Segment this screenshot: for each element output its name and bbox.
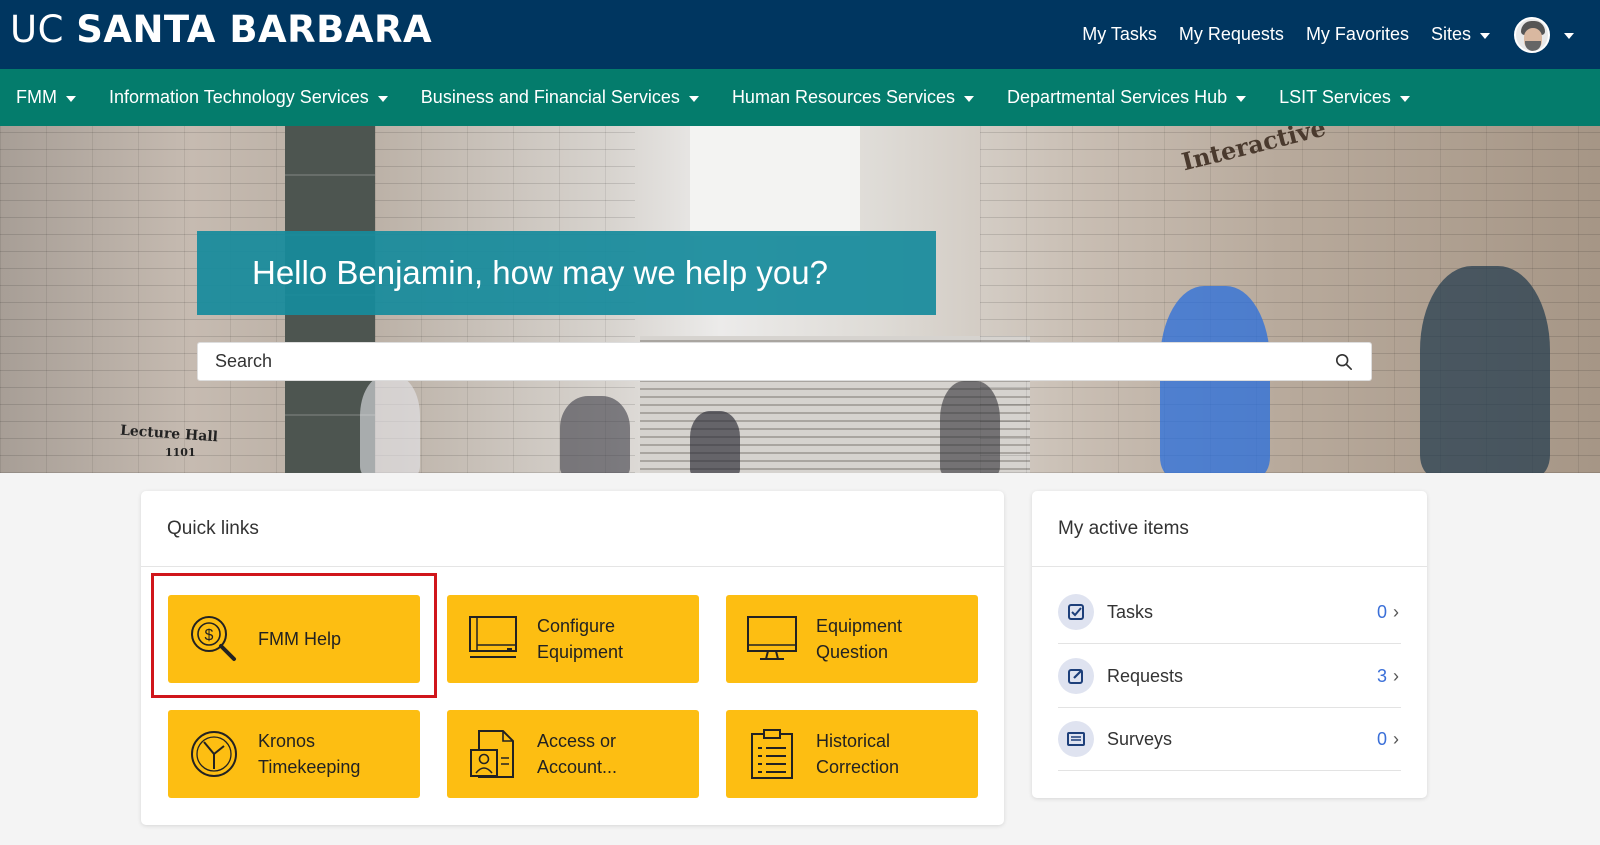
greeting-banner: Hello Benjamin, how may we help you? (197, 231, 936, 315)
sites-menu[interactable]: Sites (1431, 24, 1490, 45)
tile-label: Access or Account... (537, 731, 618, 777)
tile-label: Kronos Timekeeping (258, 731, 361, 777)
nav-item-label: Information Technology Services (108, 87, 369, 107)
sites-label: Sites (1430, 24, 1471, 44)
tile-historical-correction[interactable]: Historical Correction (726, 710, 978, 798)
tile-kronos-timekeeping[interactable]: Kronos Timekeeping (168, 710, 420, 798)
highlight-box (151, 573, 437, 698)
top-links: My Tasks My Requests My Favorites Sites (1060, 0, 1574, 69)
nav-item-fmm[interactable]: FMM (16, 87, 76, 108)
caret-down-icon (1236, 96, 1247, 102)
tile-label: Historical Correction (816, 731, 900, 777)
checkbox-icon (1058, 594, 1094, 630)
my-requests-link[interactable]: My Requests (1179, 24, 1284, 45)
active-item-count: 0 (1376, 728, 1387, 749)
main-nav: FMM Information Technology Services Busi… (0, 69, 1600, 126)
nav-item-label: Business and Financial Services (420, 87, 680, 107)
active-item-requests[interactable]: Requests 3 › (1058, 645, 1401, 708)
chevron-right-icon: › (1393, 665, 1399, 686)
tile-label: Equipment Question (816, 616, 903, 662)
monitor-icon (469, 616, 517, 658)
survey-icon (1058, 721, 1094, 757)
active-item-count: 3 (1376, 665, 1387, 686)
nav-item-dsh[interactable]: Departmental Services Hub (1007, 87, 1247, 108)
active-item-label: Tasks (1107, 601, 1154, 622)
caret-down-icon (1480, 33, 1490, 39)
active-item-count: 0 (1376, 601, 1387, 622)
avatar (1514, 16, 1550, 53)
tile-equipment-question[interactable]: Equipment Question (726, 595, 978, 683)
person-figure (560, 396, 630, 473)
monitor-icon (747, 616, 797, 660)
tile-access-or-account[interactable]: Access or Account... (447, 710, 699, 798)
edit-icon (1058, 658, 1094, 694)
active-item-label: Requests (1107, 665, 1184, 686)
caret-down-icon (1399, 96, 1410, 102)
logo-santa-barbara: SANTA BARBARA (76, 8, 433, 51)
person-figure (360, 376, 420, 473)
logo-uc: UC (10, 8, 64, 51)
nav-item-label: FMM (16, 87, 57, 107)
caret-down-icon (964, 96, 975, 102)
id-document-icon (470, 730, 514, 778)
active-items-card: My active items Tasks 0 › Requests 3 › S… (1032, 491, 1427, 798)
top-header: UC SANTA BARBARA My Tasks My Requests My… (0, 0, 1600, 69)
person-figure (1420, 266, 1550, 473)
my-tasks-link[interactable]: My Tasks (1082, 24, 1157, 45)
active-item-tasks[interactable]: Tasks 0 › (1058, 581, 1401, 644)
divider (141, 566, 1004, 567)
active-item-label: Surveys (1107, 728, 1173, 749)
nav-item-bfs[interactable]: Business and Financial Services (421, 87, 699, 108)
clock-icon (191, 731, 237, 777)
ucsb-logo[interactable]: UC SANTA BARBARA (10, 8, 432, 51)
sky (690, 126, 860, 236)
nav-item-lsit[interactable]: LSIT Services (1279, 87, 1410, 108)
greeting-text: Hello Benjamin, how may we help you? (252, 254, 828, 291)
person-figure (940, 381, 1000, 473)
chevron-right-icon: › (1393, 728, 1399, 749)
person-figure (690, 411, 740, 473)
nav-item-its[interactable]: Information Technology Services (109, 87, 388, 108)
tile-configure-equipment[interactable]: Configure Equipment (447, 595, 699, 683)
divider (1032, 566, 1427, 567)
lecture-hall-number: 1101 (165, 446, 196, 459)
hero-banner: Interactive Lecture Hall 1101 Hello Benj… (0, 126, 1600, 473)
active-items-title: My active items (1058, 518, 1189, 539)
search-icon[interactable] (1335, 353, 1353, 371)
clipboard-list-icon (751, 729, 793, 779)
caret-down-icon (377, 96, 388, 102)
search-input[interactable] (215, 351, 1315, 372)
tile-label: Configure Equipment (537, 616, 624, 662)
nav-item-label: LSIT Services (1279, 87, 1391, 107)
nav-item-label: Departmental Services Hub (1007, 87, 1228, 107)
my-favorites-link[interactable]: My Favorites (1306, 24, 1409, 45)
caret-down-icon (65, 96, 76, 102)
active-item-surveys[interactable]: Surveys 0 › (1058, 708, 1401, 771)
caret-down-icon (688, 96, 699, 102)
user-menu[interactable] (1490, 16, 1574, 53)
caret-down-icon (1564, 33, 1574, 39)
quick-links-title: Quick links (167, 518, 259, 539)
chevron-right-icon: › (1393, 601, 1399, 622)
nav-item-label: Human Resources Services (731, 87, 956, 107)
nav-item-hrs[interactable]: Human Resources Services (731, 87, 975, 108)
search-bar (197, 342, 1372, 381)
